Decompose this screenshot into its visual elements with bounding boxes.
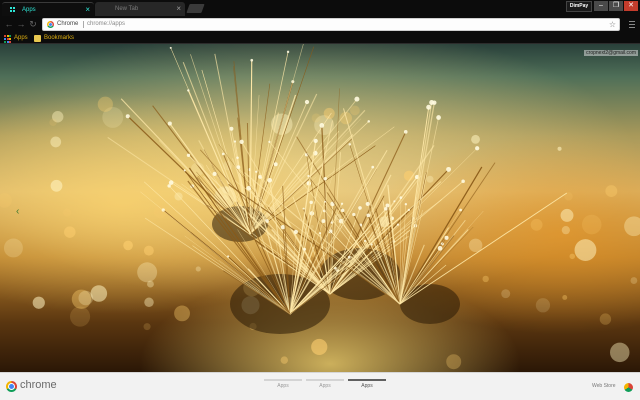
page-label: Apps (277, 383, 289, 389)
back-button[interactable]: ← (3, 18, 15, 31)
close-tab-icon[interactable]: × (176, 2, 181, 16)
launcher-bar: chrome Apps Apps Apps Web Store (0, 372, 640, 400)
apps-page-background: cropnext2@gmail.com ‹ (0, 44, 640, 372)
menu-icon[interactable] (628, 19, 636, 29)
apps-favicon-icon (10, 7, 16, 13)
chrome-logo-icon (47, 21, 54, 28)
web-store-link[interactable]: Web Store (592, 383, 616, 389)
bookmark-bookmarks[interactable]: Bookmarks (44, 33, 74, 44)
new-tab-button[interactable] (186, 4, 205, 13)
page-indicator (348, 379, 386, 381)
launcher-page-tab[interactable]: Apps (306, 379, 344, 393)
close-window-button[interactable]: ✕ (624, 1, 638, 11)
chevron-left-icon[interactable]: ‹ (16, 206, 19, 217)
launcher-page-tab[interactable]: Apps (264, 379, 302, 393)
page-indicator (264, 379, 302, 381)
wallpaper-grass-illustration (0, 44, 640, 370)
folder-icon (34, 35, 41, 42)
bookmark-star-icon[interactable]: ☆ (609, 19, 616, 30)
minimize-button[interactable]: – (594, 1, 608, 11)
bookmark-apps[interactable]: Apps (14, 33, 28, 44)
tab-title: Apps (22, 7, 36, 13)
forward-button[interactable]: → (15, 18, 27, 31)
web-store-icon[interactable] (624, 383, 633, 392)
url-text[interactable]: chrome://apps (87, 19, 125, 30)
tab-strip: Apps × New Tab × DimPay – ❐ ✕ (0, 0, 640, 16)
profile-button[interactable]: DimPay (566, 1, 592, 12)
page-label: Apps (361, 383, 373, 389)
tab-title: New Tab (115, 6, 139, 12)
maximize-button[interactable]: ❐ (609, 1, 623, 11)
bookmarks-bar: Apps Bookmarks (0, 33, 640, 44)
security-chip[interactable]: Chrome (57, 19, 78, 30)
close-tab-icon[interactable]: × (85, 3, 90, 16)
tab-new-tab[interactable]: New Tab × (95, 2, 185, 16)
chip-divider (83, 21, 84, 28)
tab-apps[interactable]: Apps × (2, 2, 94, 16)
page-indicator (306, 379, 344, 381)
user-email[interactable]: cropnext2@gmail.com (584, 50, 638, 56)
apps-grid-icon (4, 35, 11, 43)
chrome-logo-icon (6, 381, 17, 392)
reload-button[interactable]: ↻ (27, 18, 39, 31)
launcher-page-tab[interactable]: Apps (348, 379, 386, 393)
page-label: Apps (319, 383, 331, 389)
toolbar: ← → ↻ Chrome chrome://apps ☆ (0, 16, 640, 33)
chrome-wordmark: chrome (20, 379, 57, 391)
address-bar[interactable]: Chrome chrome://apps ☆ (42, 18, 620, 31)
